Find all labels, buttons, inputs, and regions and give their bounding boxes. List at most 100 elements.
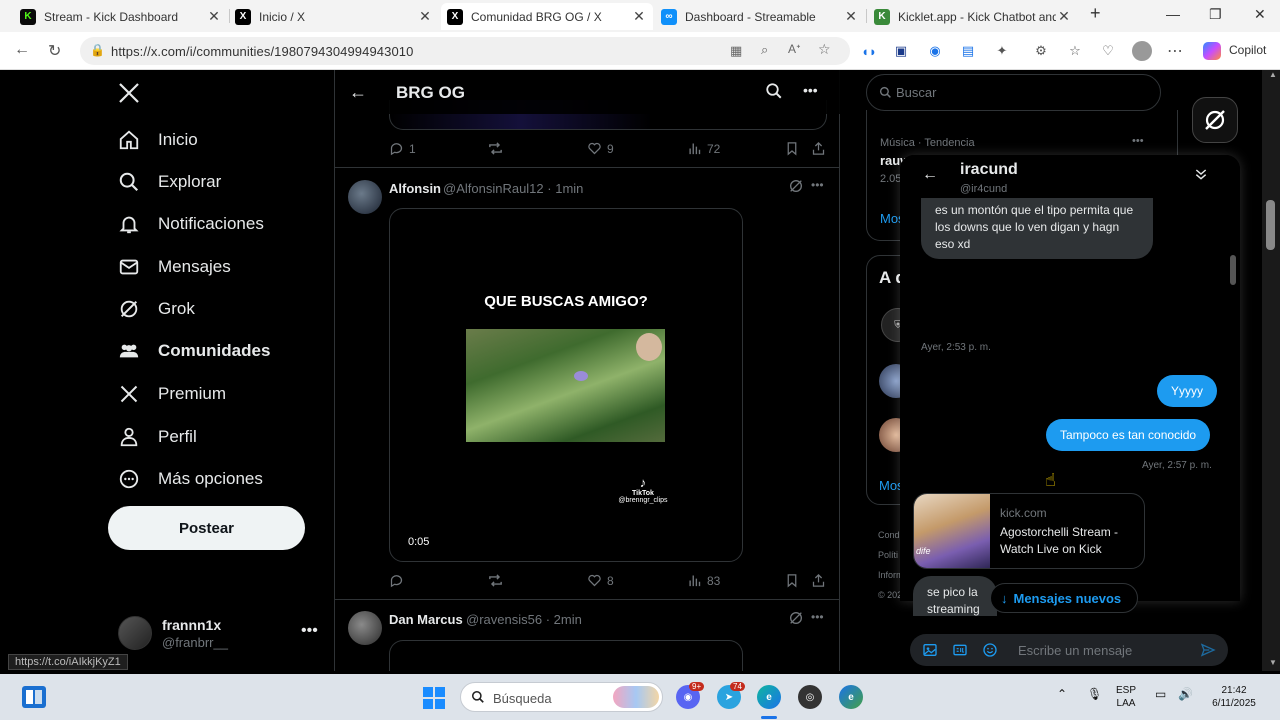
nav-item-notificaciones[interactable]: Notificaciones xyxy=(118,209,264,239)
split-screen-icon[interactable]: ⚙ xyxy=(1032,42,1050,60)
close-tab-icon[interactable]: ✕ xyxy=(417,8,433,25)
edge-icon[interactable]: e xyxy=(757,685,781,709)
message-composer[interactable]: Escribe un mensaje xyxy=(910,634,1228,666)
extensions-puzzle-icon[interactable]: ✦ xyxy=(993,42,1011,60)
close-window-icon[interactable]: ✕ xyxy=(1254,6,1266,23)
grok-icon[interactable] xyxy=(788,610,804,626)
views-button[interactable]: 72 xyxy=(687,141,720,156)
avatar[interactable] xyxy=(348,180,382,214)
page-scrollbar[interactable]: ▲ ▼ xyxy=(1262,70,1280,671)
tweet-author-handle[interactable]: @AlfonsinRaul12 xyxy=(443,181,544,196)
tray-overflow-icon[interactable]: ⌃ xyxy=(1057,688,1067,701)
dm-contact-name[interactable]: iracund xyxy=(960,161,1018,179)
bookmark-button[interactable] xyxy=(785,141,804,156)
extension-icon[interactable]: ▣ xyxy=(892,42,910,60)
tweet-time[interactable]: 2min xyxy=(554,612,582,627)
more-icon[interactable]: ••• xyxy=(301,622,318,640)
link-preview-card[interactable]: dife kick.com Agostorchelli Stream - Wat… xyxy=(913,493,1145,569)
grok-floating-button[interactable] xyxy=(1192,97,1238,143)
send-icon[interactable] xyxy=(1200,642,1216,658)
views-button[interactable]: 83 xyxy=(687,573,720,588)
microphone-icon[interactable]: 🎙 xyxy=(1087,688,1102,701)
search-input[interactable]: Buscar xyxy=(866,74,1161,111)
tweet-author-name[interactable]: Dan Marcus xyxy=(389,612,463,627)
video-player[interactable]: QUE BUSCAS AMIGO? ♪ TikTok @brenngr_clip… xyxy=(389,208,743,562)
copilot-icon[interactable] xyxy=(1203,42,1221,60)
tab-kick-dashboard[interactable]: K Stream - Kick Dashboard ✕ xyxy=(14,3,228,30)
nav-item-mas-opciones[interactable]: Más opciones xyxy=(118,464,263,494)
account-switcher[interactable]: frannn1x @franbrr__ ••• xyxy=(118,610,328,660)
windows-start-icon[interactable] xyxy=(422,686,446,710)
maximize-icon[interactable]: ❐ xyxy=(1209,6,1222,23)
like-button[interactable]: 9 xyxy=(587,141,614,156)
scroll-down-icon[interactable]: ▼ xyxy=(1269,658,1277,667)
scroll-up-icon[interactable]: ▲ xyxy=(1269,70,1277,79)
post-button[interactable]: Postear xyxy=(108,506,305,550)
media-card[interactable] xyxy=(389,640,743,671)
more-icon[interactable]: ⋯ xyxy=(1166,42,1184,60)
back-arrow-icon[interactable]: ← xyxy=(922,166,938,184)
avatar[interactable] xyxy=(348,611,382,645)
volume-icon[interactable]: 🔊 xyxy=(1178,688,1193,701)
network-icon[interactable]: ▭ xyxy=(1155,688,1166,701)
minimize-icon[interactable]: — xyxy=(1166,6,1180,22)
search-icon[interactable] xyxy=(765,82,783,100)
close-tab-icon[interactable]: ✕ xyxy=(1056,8,1072,25)
grok-icon[interactable] xyxy=(788,178,804,194)
emoji-icon[interactable] xyxy=(982,642,998,658)
more-icon[interactable]: ••• xyxy=(1132,135,1144,147)
tab-inicio-x[interactable]: X Inicio / X ✕ xyxy=(229,3,439,30)
nav-item-comunidades[interactable]: Comunidades xyxy=(118,336,270,366)
widgets-icon[interactable] xyxy=(22,686,46,708)
reply-button[interactable]: 1 xyxy=(389,141,416,156)
obs-icon[interactable]: ◎ xyxy=(798,685,822,709)
edge-beta-icon[interactable]: e xyxy=(839,685,863,709)
new-messages-button[interactable]: ↓ Mensajes nuevos xyxy=(990,583,1139,613)
extension-icon[interactable]: ◉ xyxy=(926,42,944,60)
more-icon[interactable]: ••• xyxy=(811,610,824,624)
clock[interactable]: 21:42 6/11/2025 xyxy=(1206,684,1262,710)
close-tab-icon[interactable]: ✕ xyxy=(843,8,859,25)
bookmark-button[interactable] xyxy=(785,573,804,588)
dm-scrollbar[interactable] xyxy=(1230,255,1236,285)
like-button[interactable]: 8 xyxy=(587,573,614,588)
back-arrow-icon[interactable]: ← xyxy=(349,82,367,103)
message-bubble-outgoing[interactable]: Tampoco es tan conocido xyxy=(1046,419,1211,451)
gif-icon[interactable] xyxy=(952,642,968,658)
zoom-icon[interactable]: ⌕ xyxy=(761,42,768,58)
apps-icon[interactable]: ▦ xyxy=(730,43,742,59)
tweet-author-name[interactable]: Alfonsin xyxy=(389,181,441,196)
image-icon[interactable] xyxy=(922,642,938,658)
tab-streamable[interactable]: ∞ Dashboard - Streamable ✕ xyxy=(655,3,865,30)
browser-essentials-icon[interactable]: ♡ xyxy=(1099,42,1117,60)
repost-button[interactable] xyxy=(487,141,509,156)
tab-kicklet[interactable]: K Kicklet.app - Kick Chatbot and ✕ xyxy=(868,3,1078,30)
share-button[interactable] xyxy=(811,141,831,156)
message-bubble-outgoing[interactable]: Yyyyy xyxy=(1157,375,1218,407)
tweet-author-handle[interactable]: @ravensis56 xyxy=(466,612,542,627)
reply-button[interactable] xyxy=(389,573,409,588)
message-bubble-incoming[interactable]: es un montón que el tipo permita que los… xyxy=(921,198,1153,259)
message-bubble-incoming[interactable]: se pico la streaming xyxy=(913,576,997,616)
nav-item-inicio[interactable]: Inicio xyxy=(118,125,198,155)
tab-comunidad-brg[interactable]: X Comunidad BRG OG / X ✕ xyxy=(441,3,653,30)
repost-button[interactable] xyxy=(487,573,509,588)
x-logo-icon[interactable] xyxy=(118,82,140,104)
nav-item-premium[interactable]: Premium xyxy=(118,379,226,409)
share-button[interactable] xyxy=(811,573,831,588)
nav-item-perfil[interactable]: Perfil xyxy=(118,422,197,452)
more-icon[interactable]: ••• xyxy=(803,82,818,98)
close-tab-icon[interactable]: ✕ xyxy=(206,8,222,25)
close-tab-icon[interactable]: ✕ xyxy=(631,8,647,25)
extension-icon[interactable]: ◖◗ xyxy=(860,42,878,60)
taskbar-search[interactable]: Búsqueda xyxy=(460,682,663,712)
collapse-icon[interactable] xyxy=(1193,166,1209,182)
nav-item-explorar[interactable]: Explorar xyxy=(118,167,221,197)
favorites-icon[interactable]: ☆ xyxy=(1066,42,1084,60)
more-icon[interactable]: ••• xyxy=(811,178,824,192)
tweet-time[interactable]: 1min xyxy=(555,181,583,196)
nav-item-mensajes[interactable]: Mensajes xyxy=(118,252,231,282)
copilot-label[interactable]: Copilot xyxy=(1229,43,1266,57)
nav-item-grok[interactable]: Grok xyxy=(118,294,195,324)
extension-icon[interactable]: ▤ xyxy=(959,42,977,60)
